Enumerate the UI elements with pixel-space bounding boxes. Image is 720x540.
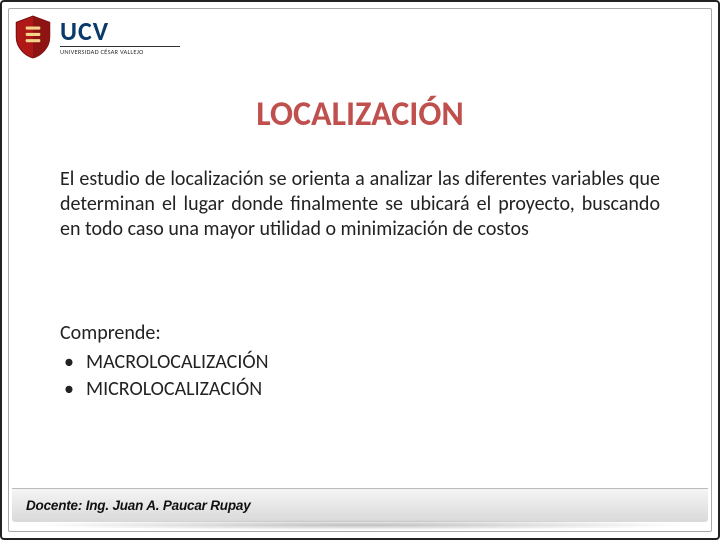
shield-icon — [12, 14, 54, 60]
list-heading: Comprende: — [60, 320, 660, 347]
logo-main: UCV — [60, 18, 180, 44]
university-logo: UCV UNIVERSIDAD CÉSAR VALLEJO — [12, 12, 182, 62]
list-block: Comprende: MACROLOCALIZACIÓN MICROLOCALI… — [60, 320, 660, 403]
logo-text: UCV UNIVERSIDAD CÉSAR VALLEJO — [60, 18, 180, 56]
list-item: MICROLOCALIZACIÓN — [60, 376, 660, 403]
body-paragraph: El estudio de localización se orienta a … — [60, 167, 660, 242]
logo-divider — [60, 46, 180, 47]
footer-bar: Docente: Ing. Juan A. Paucar Rupay — [12, 488, 708, 522]
slide: UCV UNIVERSIDAD CÉSAR VALLEJO LOCALIZACI… — [0, 0, 720, 540]
logo-sub: UNIVERSIDAD CÉSAR VALLEJO — [60, 49, 180, 56]
footer-label: Docente: Ing. Juan A. Paucar Rupay — [26, 498, 251, 513]
inner-border — [8, 8, 712, 532]
slide-title: LOCALIZACIÓN — [2, 94, 718, 135]
bullet-list: MACROLOCALIZACIÓN MICROLOCALIZACIÓN — [60, 349, 660, 403]
list-item: MACROLOCALIZACIÓN — [60, 349, 660, 376]
